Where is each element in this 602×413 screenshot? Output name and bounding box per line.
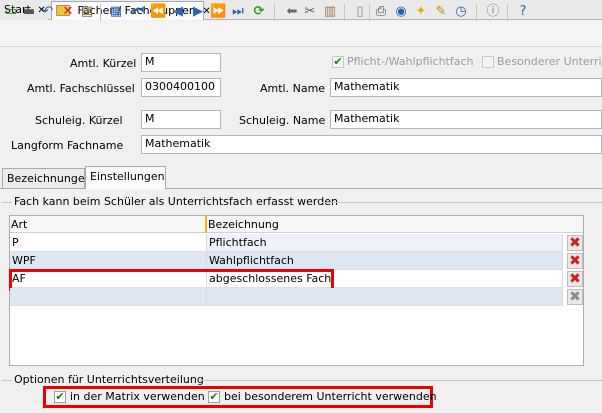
pflicht-checkbox[interactable]: ✔ (332, 56, 344, 68)
view-icon[interactable]: ◉ (393, 4, 409, 20)
besonderer-label: Besonderer Unterricht (497, 55, 602, 68)
column-header-bezeichnung[interactable]: Bezeichnung (208, 218, 279, 231)
group-border (200, 380, 602, 381)
column-divider[interactable] (205, 216, 207, 233)
schuleig-name-label: Schuleig. Name (239, 114, 326, 127)
info-icon[interactable]: ⓘ (485, 4, 501, 20)
prev-page-icon[interactable]: ⏪ (150, 4, 166, 20)
delete-row-icon[interactable]: ✖ (567, 289, 583, 305)
tab-einstellungen[interactable]: Einstellungen (85, 166, 166, 189)
edit-icon[interactable]: ▤ (79, 4, 95, 20)
next-page-icon[interactable]: ⏩ (210, 4, 226, 20)
next-icon[interactable]: ▶ (190, 4, 206, 20)
amtl-schluessel-label: Amtl. Fachschlüssel (27, 82, 135, 95)
besonderer-checkbox[interactable] (482, 56, 494, 68)
bulb-icon[interactable]: ✦ (413, 4, 429, 20)
table-row[interactable]: P (10, 234, 207, 252)
table-row[interactable]: Wahlpflichtfach (207, 252, 563, 270)
langform-field[interactable]: Mathematik (141, 135, 602, 154)
amtl-schluessel-field[interactable]: 0300400100 (141, 78, 221, 97)
group-border (322, 202, 602, 203)
back-icon[interactable]: ⬅ (284, 4, 300, 20)
table-header (10, 216, 583, 233)
matrix-label: in der Matrix verwenden (70, 390, 205, 403)
tab-bezeichnungen[interactable]: Bezeichnungen (2, 168, 92, 188)
group-border (2, 202, 12, 203)
group-title-fach: Fach kann beim Schüler als Unterrichtsfa… (14, 195, 338, 208)
delete-row-icon[interactable]: ✖ (567, 253, 583, 269)
undo-icon[interactable]: ↶ (40, 4, 56, 20)
save-icon[interactable]: ▬ (21, 4, 37, 20)
help-icon[interactable]: ? (515, 4, 531, 20)
delete-row-icon[interactable]: ✖ (567, 271, 583, 287)
toolbar-separator (476, 4, 477, 21)
cut-icon[interactable]: ✂ (302, 4, 318, 20)
besonderem-label: bei besonderem Unterricht verwenden (224, 390, 437, 403)
amtl-kuerzel-field[interactable]: M (141, 53, 221, 72)
last-icon[interactable]: ⏭ (230, 4, 246, 20)
prev-icon[interactable]: ◀ (170, 4, 186, 20)
amtl-name-label: Amtl. Name (260, 82, 326, 95)
amtl-kuerzel-label: Amtl. Kürzel (70, 57, 137, 70)
print-icon[interactable]: ⎙ (373, 4, 389, 20)
group-title-optionen: Optionen für Unterrichtsverteilung (14, 373, 204, 386)
matrix-checkbox[interactable]: ✔ (54, 391, 66, 403)
group-border (2, 380, 12, 381)
schuleig-kuerzel-label: Schuleig. Kürzel (35, 114, 123, 127)
amtl-name-field[interactable]: Mathematik (330, 78, 602, 97)
first-icon[interactable]: ⏮ (130, 4, 146, 20)
toolbar-separator (507, 4, 508, 21)
delete-icon[interactable]: ✕ (60, 4, 76, 20)
schuleig-name-field[interactable]: Mathematik (330, 110, 602, 129)
besonderem-checkbox[interactable]: ✔ (208, 391, 220, 403)
toolbar (0, 21, 602, 47)
new-row[interactable] (10, 288, 207, 306)
column-header-art[interactable]: Art (11, 218, 27, 231)
new-icon[interactable]: ▭ (3, 4, 19, 20)
toolbar-separator (344, 4, 345, 21)
refresh-icon[interactable]: ⟳ (251, 4, 267, 20)
toolbar-separator (274, 4, 275, 21)
paste-icon[interactable]: ▥ (322, 4, 338, 20)
toolbar-separator (369, 4, 370, 21)
table-row[interactable]: Pflichtfach (207, 234, 563, 252)
langform-label: Langform Fachname (11, 139, 124, 152)
pflicht-label: Pflicht-/Wahlpflichtfach (347, 55, 474, 68)
schuleig-kuerzel-field[interactable]: M (141, 110, 221, 129)
table-row[interactable]: WPF (10, 252, 207, 270)
wand-icon[interactable]: ✎ (433, 4, 449, 20)
copy-icon[interactable]: ▦ (108, 4, 124, 20)
clock-icon[interactable]: ◷ (453, 4, 469, 20)
clipboard-icon[interactable]: ▯ (352, 4, 368, 20)
delete-row-icon[interactable]: ✖ (567, 235, 583, 251)
toolbar-separator (100, 4, 101, 21)
new-row[interactable] (207, 288, 563, 306)
